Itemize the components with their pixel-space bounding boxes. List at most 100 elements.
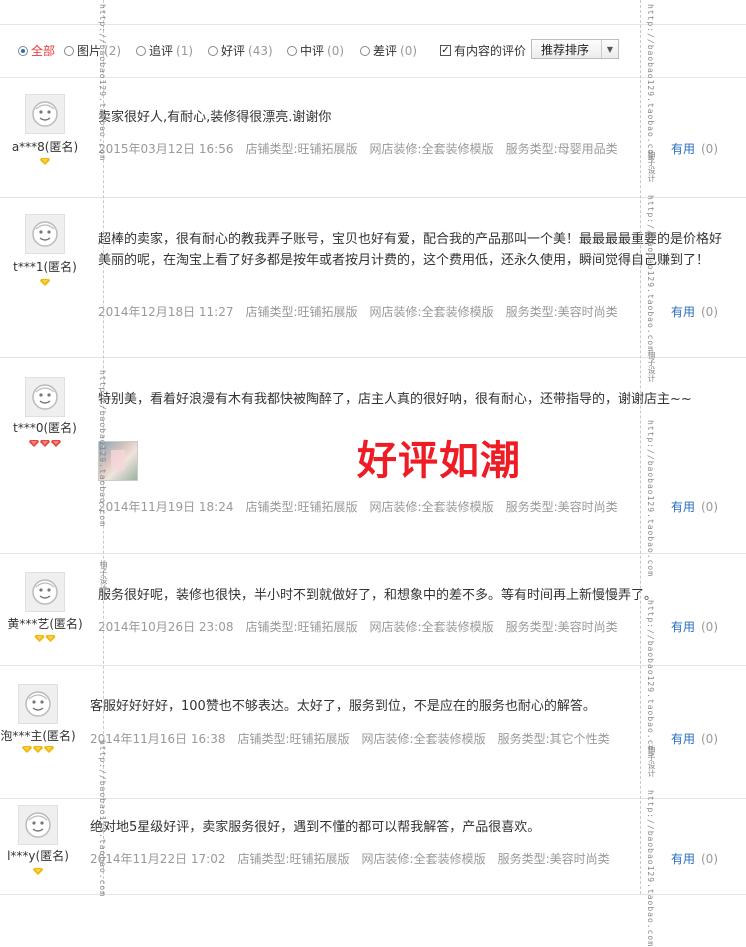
filter-label: 追评 — [149, 44, 174, 58]
radio-icon[interactable] — [208, 45, 218, 56]
useful-vote: 有用 (0) — [671, 303, 718, 320]
filter-neutral[interactable]: 中评 (0) — [287, 42, 344, 59]
review-date: 2014年11月22日 17:02 — [90, 852, 226, 866]
avatar — [18, 684, 58, 724]
review-text: 绝对地5星级好评，卖家服务很好，遇到不懂的都可以帮我解答，产品很喜欢。 — [90, 820, 541, 835]
filter-count: (43) — [248, 43, 273, 58]
avatar — [18, 805, 58, 845]
useful-count: (0) — [701, 852, 718, 866]
watermark-divider — [640, 0, 642, 894]
review-date: 2014年11月16日 16:38 — [90, 732, 226, 746]
buyer-rank-badge — [34, 635, 56, 642]
review-shop-type: 店铺类型:旺铺拓展版 — [237, 732, 350, 746]
review-meta: 2014年10月26日 23:08 店铺类型:旺铺拓展版 网店装修:全套装修模版 服务… — [98, 618, 630, 635]
review-decor: 网店装修:全套装修模版 — [369, 500, 494, 514]
diamond-icon — [33, 868, 43, 875]
watermark-url: http://baobao129.taobao.com — [646, 420, 655, 578]
review-date: 2014年10月26日 23:08 — [98, 620, 234, 634]
useful-button[interactable]: 有用 — [671, 305, 695, 319]
red-heart-icon — [40, 440, 50, 447]
diamond-icon — [34, 635, 45, 642]
review-shop-type: 店铺类型:旺铺拓展版 — [245, 620, 358, 634]
review-text: 卖家很好人,有耐心,装修得很漂亮.谢谢你 — [98, 110, 332, 125]
reviewer-name: 泡***主(匿名) — [0, 729, 76, 743]
review-item: t***1(匿名) 超棒的卖家，很有耐心的教我弄子账号，宝贝也好有爱，配合我的产品… — [0, 197, 746, 358]
filter-negative[interactable]: 差评 (0) — [360, 42, 417, 59]
radio-icon[interactable] — [64, 45, 74, 56]
review-item: a***8(匿名) 卖家很好人,有耐心,装修得很漂亮.谢谢你 2015年03月12日… — [0, 77, 746, 198]
reviewer-name: l***y(匿名) — [7, 849, 69, 863]
filter-positive[interactable]: 好评 (43) — [208, 42, 273, 59]
useful-count: (0) — [701, 620, 718, 634]
filter-label: 好评 — [221, 44, 246, 58]
filter-count: (0) — [400, 43, 418, 58]
review-decor: 网店装修:全套装修模版 — [369, 620, 494, 634]
review-filter-bar: 全部 图片 (2) 追评 (1) 好评 (43) 中评 (0) 差评 (0) ✓… — [0, 24, 746, 78]
reviewer-name: t***0(匿名) — [13, 421, 77, 435]
reviewer-name: 黄***艺(匿名) — [7, 617, 83, 631]
chevron-down-icon[interactable]: ▼ — [601, 40, 618, 58]
useful-vote: 有用 (0) — [671, 730, 718, 747]
buyer-rank-badge — [29, 440, 61, 447]
watermark-brand: 柚子设计 — [647, 350, 656, 382]
review-decor: 网店装修:全套装修模版 — [361, 732, 486, 746]
with-content-label: 有内容的评价 — [454, 44, 527, 58]
useful-button[interactable]: 有用 — [671, 142, 695, 156]
useful-count: (0) — [701, 500, 718, 514]
buyer-rank-badge — [33, 868, 43, 875]
checkbox-checked-icon[interactable]: ✓ — [440, 45, 451, 56]
useful-count: (0) — [701, 732, 718, 746]
filter-followup[interactable]: 追评 (1) — [136, 42, 193, 59]
review-item: 黄***艺(匿名) 服务很好呢，装修也很快，半小时不到就做好了，和想象中的差不多。… — [0, 553, 746, 666]
radio-icon[interactable] — [136, 45, 146, 56]
useful-count: (0) — [701, 305, 718, 319]
useful-button[interactable]: 有用 — [671, 852, 695, 866]
watermark-brand: 柚子设计 — [647, 745, 656, 777]
filter-label: 中评 — [300, 44, 325, 58]
filter-images[interactable]: 图片 (2) — [64, 42, 121, 59]
watermark-url: http://baobao129.taobao.com — [98, 740, 107, 898]
avatar — [25, 572, 65, 612]
review-shop-type: 店铺类型:旺铺拓展版 — [245, 305, 358, 319]
review-date: 2014年12月18日 11:27 — [98, 305, 234, 319]
filter-all[interactable]: 全部 — [18, 42, 55, 59]
review-service: 服务类型:美容时尚类 — [497, 852, 610, 866]
watermark-url: http://baobao129.taobao.com — [646, 600, 655, 758]
radio-icon[interactable] — [360, 45, 370, 56]
sort-selected-label: 推荐排序 — [541, 42, 590, 57]
watermark-url: http://baobao129.taobao.com — [646, 4, 655, 162]
review-meta: 2014年11月22日 17:02 店铺类型:旺铺拓展版 网店装修:全套装修模版 服务… — [90, 850, 622, 867]
filter-count: (0) — [327, 43, 345, 58]
filter-label: 差评 — [373, 44, 398, 58]
watermark-url: http://baobao129.taobao.com — [98, 4, 107, 162]
red-heart-icon — [29, 440, 39, 447]
review-date: 2014年11月19日 18:24 — [98, 500, 234, 514]
watermark-brand: 柚子设计 — [647, 150, 656, 182]
review-text: 客服好好好好，100赞也不够表达。太好了，服务到位，不是应在的服务也耐心的解答。 — [90, 699, 596, 714]
red-heart-icon — [51, 440, 61, 447]
diamond-icon — [40, 279, 50, 286]
review-item: 泡***主(匿名) 客服好好好好，100赞也不够表达。太好了，服务到位，不是应在的… — [0, 665, 746, 799]
useful-button[interactable]: 有用 — [671, 732, 695, 746]
review-service: 服务类型:其它个性类 — [497, 732, 610, 746]
useful-button[interactable]: 有用 — [671, 620, 695, 634]
sort-dropdown[interactable]: 推荐排序 ▼ — [531, 39, 619, 59]
review-shop-type: 店铺类型:旺铺拓展版 — [237, 852, 350, 866]
buyer-rank-badge — [40, 158, 50, 165]
useful-vote: 有用 (0) — [671, 498, 718, 515]
review-meta: 2014年11月16日 16:38 店铺类型:旺铺拓展版 网店装修:全套装修模版 服务… — [90, 730, 622, 747]
useful-button[interactable]: 有用 — [671, 500, 695, 514]
diamond-icon — [45, 635, 56, 642]
review-decor: 网店装修:全套装修模版 — [369, 142, 494, 156]
useful-count: (0) — [701, 142, 718, 156]
with-content-toggle[interactable]: ✓ 有内容的评价 — [440, 42, 526, 59]
review-shop-type: 店铺类型:旺铺拓展版 — [245, 500, 358, 514]
review-date: 2015年03月12日 16:56 — [98, 142, 234, 156]
radio-icon[interactable] — [287, 45, 297, 56]
review-service: 服务类型:美容时尚类 — [505, 500, 618, 514]
review-service: 服务类型:美容时尚类 — [505, 620, 618, 634]
diamond-icon — [33, 746, 43, 753]
reviewer-name: t***1(匿名) — [13, 260, 77, 274]
watermark-url: http://baobao129.taobao.com — [98, 370, 107, 528]
radio-selected-icon[interactable] — [18, 45, 28, 56]
